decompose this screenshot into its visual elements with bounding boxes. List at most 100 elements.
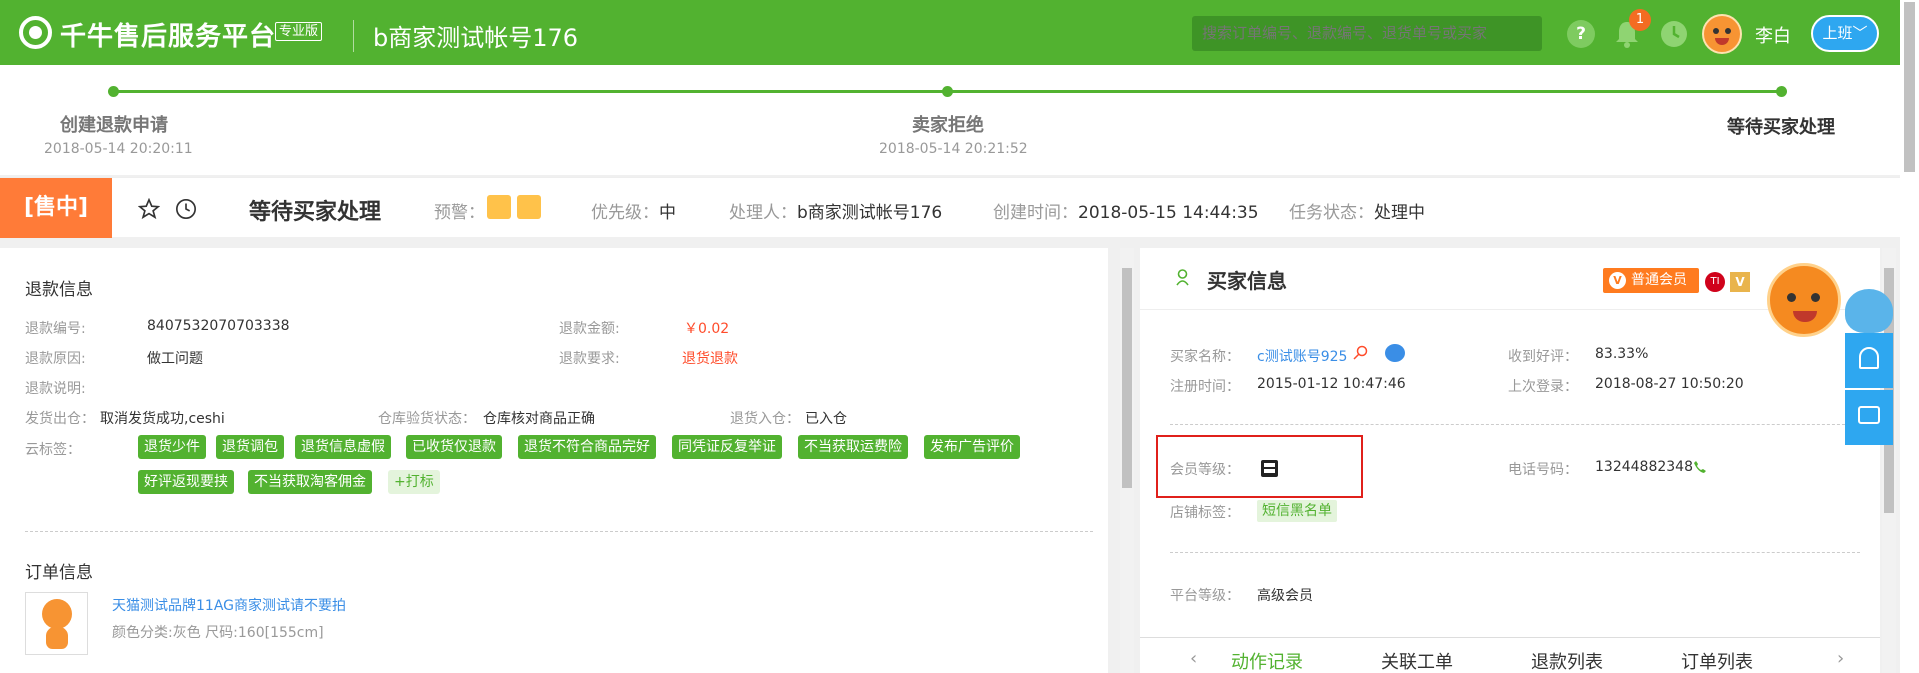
refund-detail-panel: 退款信息 退款编号: 8407532070703338 退款金额: ￥0.02 … (0, 248, 1108, 673)
tab-order-list[interactable]: 订单列表 (1681, 648, 1753, 673)
shop-tag-value: 短信黑名单 (1257, 500, 1337, 522)
tab-prev-chevron-icon[interactable]: ‹ (1190, 648, 1197, 669)
phone-value: 13244882348 (1595, 459, 1693, 475)
product-name-link[interactable]: 天猫测试品牌11AG商家测试请不要拍 (112, 595, 346, 615)
side-bell-icon (1859, 347, 1879, 369)
assistant-mascot-icon[interactable] (1767, 263, 1841, 337)
seller-account-name: b商家测试帐号176 (373, 24, 579, 52)
step-label-reject: 卖家拒绝 (912, 115, 984, 136)
progress-dot-3 (1776, 86, 1787, 97)
top-header: 千牛售后服务平台 专业版 b商家测试帐号176 ? 1 李白 上班﹀ (0, 0, 1900, 65)
product-spec: 颜色分类:灰色 尺码:160[155cm] (112, 625, 324, 641)
sale-stage-tag: [售中] (0, 178, 112, 238)
member-level-icon (1261, 460, 1278, 477)
good-rate-label: 收到好评： (1508, 349, 1578, 365)
cloud-tag[interactable]: 退货不符合商品完好 (518, 435, 656, 459)
brand-title: 千牛售后服务平台 (60, 22, 277, 52)
add-tag-button[interactable]: +打标 (388, 470, 440, 494)
section-divider (25, 531, 1093, 532)
platform-level-value: 高级会员 (1257, 588, 1313, 604)
product-thumbnail[interactable] (25, 592, 88, 655)
refund-reason-label: 退款原因: (25, 351, 86, 367)
elephant-mascot-icon[interactable] (1845, 289, 1893, 333)
buyer-divider-1 (1170, 424, 1860, 425)
vip-level-tag: 普通会员 (1603, 268, 1699, 293)
user-avatar[interactable] (1702, 14, 1742, 54)
v-badge: V (1730, 272, 1750, 292)
cloud-tag[interactable]: 退货信息虚假 (295, 435, 391, 459)
product-image-mascot (42, 599, 72, 629)
duty-status-button[interactable]: 上班﹀ (1811, 15, 1879, 52)
step-label-waiting: 等待买家处理 (1727, 117, 1835, 138)
notification-count-badge: 1 (1629, 9, 1651, 31)
refund-no-label: 退款编号: (25, 321, 86, 337)
left-scrollbar[interactable] (1120, 248, 1134, 673)
buyer-info-title: 买家信息 (1207, 269, 1287, 293)
cloud-tag[interactable]: 同凭证反复举证 (672, 435, 782, 459)
star-icon[interactable] (138, 198, 160, 220)
tab-refund-list[interactable]: 退款列表 (1531, 648, 1603, 673)
return-in-value: 已入仓 (805, 411, 847, 427)
shop-tag-label: 店铺标签： (1170, 505, 1240, 521)
page-scrollbar-thumb[interactable] (1904, 2, 1915, 172)
ship-out-label: 发货出仓： (25, 411, 95, 427)
cloud-tag[interactable]: 不当获取运费险 (798, 435, 908, 459)
side-notification-button[interactable] (1845, 333, 1893, 388)
cloud-tag[interactable]: 发布广告评价 (924, 435, 1020, 459)
help-icon[interactable]: ? (1567, 20, 1595, 48)
handler-field: 处理人：b商家测试帐号176 (729, 203, 943, 223)
left-scrollbar-thumb[interactable] (1122, 268, 1132, 488)
phone-label: 电话号码： (1508, 462, 1578, 478)
ti-badge: TI (1705, 272, 1725, 292)
refund-request-label: 退款要求: (559, 351, 620, 367)
side-chat-icon (1858, 406, 1880, 424)
status-bar: [售中] 等待买家处理 预警： 优先级：中 处理人：b商家测试帐号176 创建时… (0, 177, 1900, 238)
last-login-value: 2018-08-27 10:50:20 (1595, 376, 1744, 392)
register-time-label: 注册时间： (1170, 379, 1240, 395)
cloud-tag-label: 云标签： (25, 442, 81, 458)
cloud-tag[interactable]: 退货少件 (138, 435, 206, 459)
progress-dot-2 (942, 86, 953, 97)
refund-amount-value: ￥0.02 (684, 321, 730, 337)
search-input[interactable] (1192, 16, 1542, 51)
task-status-field: 任务状态：处理中 (1289, 203, 1425, 223)
wangwang-chat-icon[interactable] (1385, 344, 1405, 362)
cloud-tag[interactable]: 退货调包 (216, 435, 284, 459)
search-user-icon[interactable] (1353, 345, 1369, 361)
cloud-tag[interactable]: 已收货仅退款 (406, 435, 502, 459)
priority-field: 优先级：中 (591, 203, 676, 223)
buyer-tabs: ‹ 动作记录 关联工单 退款列表 订单列表 › (1140, 637, 1880, 673)
tab-related-tickets[interactable]: 关联工单 (1381, 648, 1453, 673)
status-title: 等待买家处理 (249, 200, 382, 225)
side-chat-button[interactable] (1845, 390, 1893, 445)
progress-dot-1 (108, 86, 119, 97)
buyer-divider-2 (1170, 552, 1860, 553)
warning-clock-icon[interactable] (487, 195, 511, 219)
register-time-value: 2015-01-12 10:47:46 (1257, 376, 1406, 392)
clock-icon[interactable] (1660, 20, 1688, 48)
good-rate-value: 83.33% (1595, 346, 1649, 362)
return-in-label: 退货入仓： (730, 411, 800, 427)
buyer-name-label: 买家名称： (1170, 349, 1240, 365)
tab-action-log[interactable]: 动作记录 (1231, 648, 1303, 673)
member-level-label: 会员等级： (1170, 462, 1240, 478)
cloud-tag[interactable]: 好评返现要挟 (138, 470, 234, 494)
tab-next-chevron-icon[interactable]: › (1837, 648, 1844, 669)
order-section-title: 订单信息 (25, 563, 93, 583)
warning-user-icon[interactable] (517, 195, 541, 219)
refund-reason-value: 做工问题 (147, 351, 203, 367)
refund-amount-label: 退款金额: (559, 321, 620, 337)
username[interactable]: 李白 (1755, 22, 1791, 48)
buyer-name-link[interactable]: c测试账号925 (1257, 346, 1347, 366)
refund-progress: 创建退款申请 2018-05-14 20:20:11 卖家拒绝 2018-05-… (0, 65, 1900, 175)
page-scrollbar[interactable] (1900, 0, 1919, 673)
step-time-create: 2018-05-14 20:20:11 (44, 141, 193, 157)
history-clock-icon[interactable] (175, 198, 197, 220)
refund-request-value: 退货退款 (682, 351, 738, 367)
phone-icon[interactable] (1693, 460, 1707, 474)
refund-no-value: 8407532070703338 (147, 318, 290, 334)
refund-section-title: 退款信息 (25, 280, 93, 300)
step-time-reject: 2018-05-14 20:21:52 (879, 141, 1028, 157)
product-image-body (46, 627, 68, 649)
cloud-tag[interactable]: 不当获取淘客佣金 (248, 470, 372, 494)
